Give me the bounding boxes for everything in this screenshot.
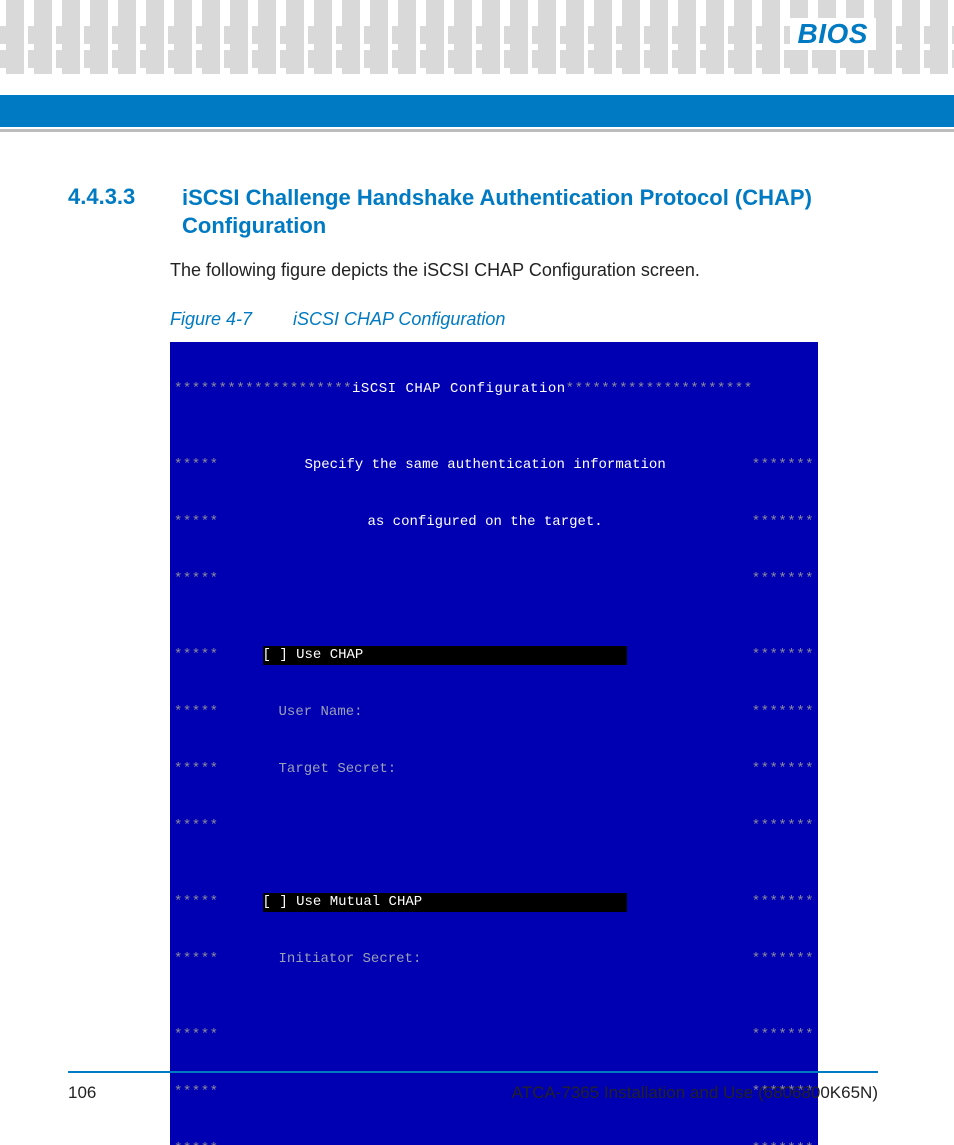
use-chap-checkbox[interactable]: [ ] Use CHAP bbox=[263, 646, 627, 665]
section-number: 4.4.3.3 bbox=[68, 184, 154, 210]
figure-title: iSCSI CHAP Configuration bbox=[293, 309, 505, 329]
target-secret-field[interactable]: Target Secret: bbox=[219, 760, 752, 779]
doc-title: ATCA-7365 Installation and Use (6806800K… bbox=[512, 1083, 878, 1103]
header-divider bbox=[0, 129, 954, 132]
user-name-field[interactable]: User Name: bbox=[219, 703, 752, 722]
figure-label: Figure 4-7 bbox=[170, 309, 288, 330]
bios-title: iSCSI CHAP Configuration bbox=[352, 381, 566, 397]
section-title: iSCSI Challenge Handshake Authentication… bbox=[182, 184, 878, 239]
intro-paragraph: The following figure depicts the iSCSI C… bbox=[170, 257, 878, 283]
bios-screenshot: ********************iSCSI CHAP Configura… bbox=[170, 342, 818, 1145]
chapter-title: BIOS bbox=[790, 18, 876, 50]
footer-rule bbox=[68, 1071, 878, 1073]
page-number: 106 bbox=[68, 1083, 96, 1103]
header-blue-bar bbox=[0, 95, 954, 127]
figure-caption: Figure 4-7 iSCSI CHAP Configuration bbox=[170, 309, 878, 330]
bios-top-border: ********************iSCSI CHAP Configura… bbox=[170, 380, 818, 399]
bios-subtitle-1: Specify the same authentication informat… bbox=[219, 456, 752, 475]
footer: 106 ATCA-7365 Installation and Use (6806… bbox=[68, 1083, 878, 1103]
initiator-secret-field[interactable]: Initiator Secret: bbox=[219, 950, 752, 969]
use-mutual-chap-checkbox[interactable]: [ ] Use Mutual CHAP bbox=[263, 893, 627, 912]
section-heading: 4.4.3.3 iSCSI Challenge Handshake Authen… bbox=[68, 184, 878, 239]
bios-subtitle-2: as configured on the target. bbox=[219, 513, 752, 532]
